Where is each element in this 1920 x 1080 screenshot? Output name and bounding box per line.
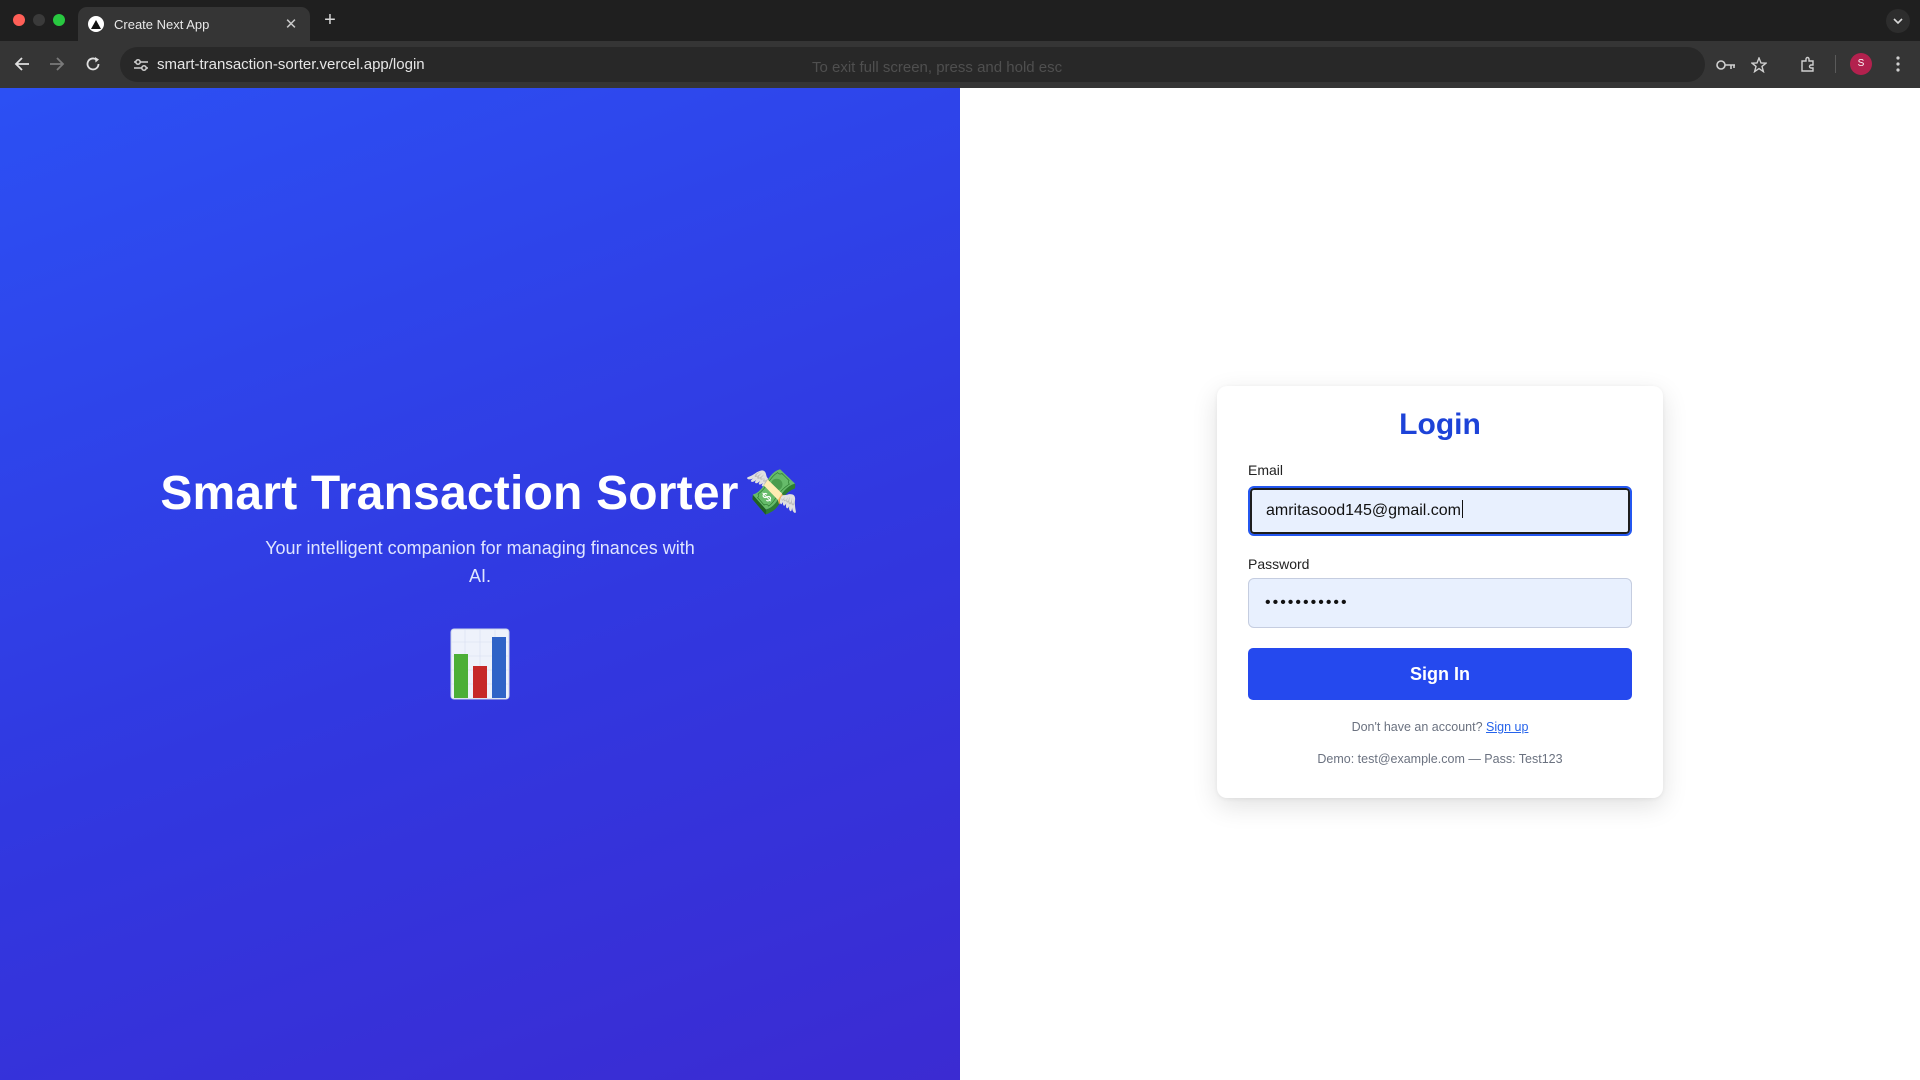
reload-icon[interactable] bbox=[82, 53, 104, 75]
tab-close-icon[interactable]: ✕ bbox=[282, 15, 300, 33]
forward-arrow-icon[interactable] bbox=[46, 53, 68, 75]
nextjs-triangle-icon bbox=[88, 16, 104, 32]
login-card: Login Email amritasood145@gmail.com Pass… bbox=[1217, 386, 1663, 798]
money-with-wings-icon: 💸 bbox=[744, 468, 800, 517]
site-info-tune-icon[interactable] bbox=[132, 56, 150, 74]
bar-chart-icon bbox=[450, 628, 510, 700]
email-label: Email bbox=[1248, 462, 1284, 478]
signup-prompt: Don't have an account? Sign up bbox=[1217, 720, 1663, 734]
window-fullscreen-button[interactable] bbox=[53, 14, 65, 26]
hero-subtitle: Your intelligent companion for managing … bbox=[265, 538, 695, 586]
window-minimize-button[interactable] bbox=[33, 14, 45, 26]
fullscreen-hint: To exit full screen, press and hold esc bbox=[812, 59, 1063, 76]
tab-search-chevron-icon[interactable] bbox=[1886, 9, 1910, 33]
hero-title-text: Smart Transaction Sorter bbox=[160, 467, 739, 520]
back-arrow-icon[interactable] bbox=[11, 53, 33, 75]
profile-avatar[interactable]: S bbox=[1850, 53, 1872, 75]
email-value: amritasood145@gmail.com bbox=[1266, 502, 1461, 519]
toolbar-divider bbox=[1835, 55, 1836, 73]
url-text[interactable]: smart-transaction-sorter.vercel.app/logi… bbox=[157, 56, 425, 73]
browser-tab[interactable]: Create Next App ✕ bbox=[78, 7, 310, 41]
hero-title: Smart Transaction Sorter 💸 bbox=[0, 466, 960, 521]
window-close-button[interactable] bbox=[13, 14, 25, 26]
bookmark-star-icon[interactable] bbox=[1749, 56, 1769, 74]
signup-prompt-text: Don't have an account? bbox=[1351, 720, 1483, 734]
password-value: ••••••••••• bbox=[1265, 594, 1349, 611]
login-panel: Login Email amritasood145@gmail.com Pass… bbox=[960, 88, 1920, 1080]
login-title: Login bbox=[1399, 408, 1481, 441]
browser-menu-kebab-icon[interactable] bbox=[1887, 53, 1909, 75]
password-key-icon[interactable] bbox=[1716, 56, 1736, 74]
browser-tab-bar: Create Next App ✕ + bbox=[0, 0, 1920, 41]
demo-credentials: Demo: test@example.com — Pass: Test123 bbox=[1317, 752, 1563, 766]
extensions-puzzle-icon[interactable] bbox=[1797, 53, 1819, 75]
tab-title: Create Next App bbox=[114, 16, 210, 32]
password-label: Password bbox=[1248, 556, 1310, 572]
text-caret bbox=[1462, 500, 1463, 518]
email-field[interactable]: amritasood145@gmail.com bbox=[1248, 486, 1632, 536]
sign-in-button[interactable]: Sign In bbox=[1248, 648, 1632, 700]
browser-toolbar: smart-transaction-sorter.vercel.app/logi… bbox=[0, 41, 1920, 88]
sign-up-link[interactable]: Sign up bbox=[1486, 720, 1528, 734]
hero-panel: Smart Transaction Sorter 💸 Your intellige… bbox=[0, 88, 960, 1080]
new-tab-plus-icon[interactable]: + bbox=[318, 9, 342, 33]
password-field[interactable]: ••••••••••• bbox=[1248, 578, 1632, 628]
page-content: Smart Transaction Sorter 💸 Your intellige… bbox=[0, 88, 1920, 1080]
